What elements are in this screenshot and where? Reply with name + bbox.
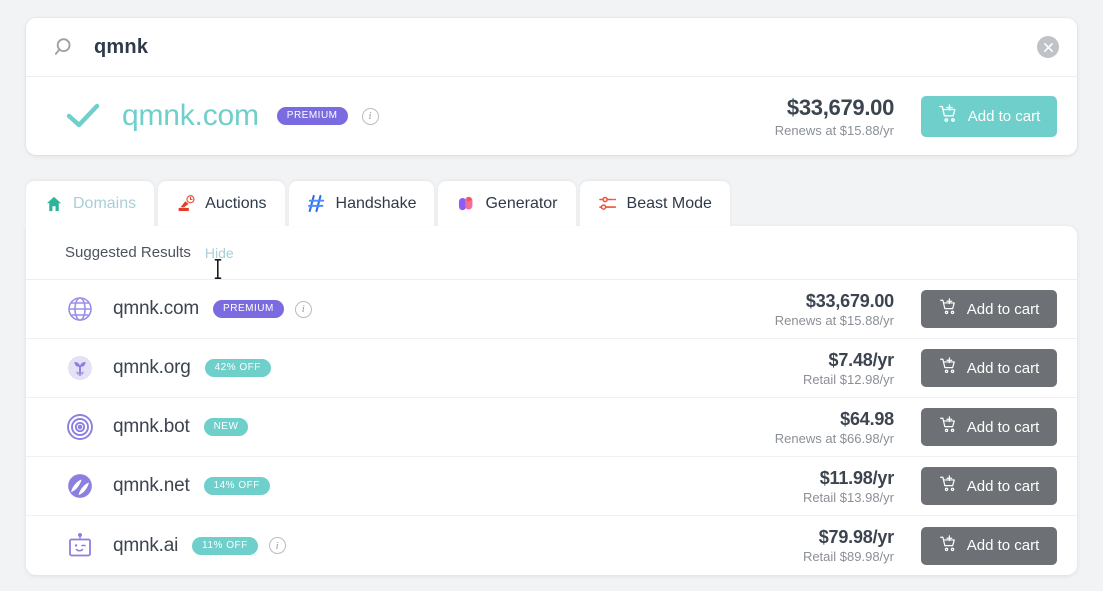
exact-match-price-block: $33,679.00 Renews at $15.88/yr <box>775 95 894 138</box>
table-row[interactable]: qmnk.com PREMIUM i $33,679.00 Renews at … <box>26 280 1077 339</box>
generator-icon <box>456 194 476 214</box>
result-badges: 42% OFF <box>205 359 271 377</box>
result-price-note: Retail $13.98/yr <box>803 490 894 505</box>
result-badges: 14% OFF <box>204 477 270 495</box>
exact-match-price: $33,679.00 <box>775 95 894 121</box>
tab-beast-mode[interactable]: Beast Mode <box>580 181 730 226</box>
result-price: $7.48/yr <box>803 350 894 371</box>
result-price: $33,679.00 <box>775 291 894 312</box>
search-bar[interactable]: qmnk <box>26 18 1077 77</box>
auction-icon <box>176 194 196 214</box>
result-domain: qmnk.bot <box>113 416 190 438</box>
add-to-cart-button-exact[interactable]: Add to cart <box>921 96 1057 137</box>
tab-generator-label: Generator <box>485 195 557 213</box>
suggested-results-header: Suggested Results Hide <box>26 226 1077 280</box>
table-row[interactable]: qmnk.net 14% OFF $11.98/yr Retail $13.98… <box>26 457 1077 516</box>
cart-plus-icon <box>939 357 958 379</box>
discount-badge: 42% OFF <box>205 359 271 377</box>
result-badges: 11% OFF i <box>192 537 286 555</box>
result-domain: qmnk.ai <box>113 535 178 557</box>
table-row[interactable]: qmnk.bot NEW $64.98 Renews at $66.98/yr <box>26 398 1077 457</box>
search-input[interactable]: qmnk <box>94 36 1037 59</box>
add-to-cart-label: Add to cart <box>967 537 1040 554</box>
result-price-note: Retail $12.98/yr <box>803 372 894 387</box>
tab-generator[interactable]: Generator <box>438 181 575 226</box>
result-domain: qmnk.org <box>113 357 191 379</box>
search-card: qmnk qmnk.com PREMIUM i $33,679.00 Renew… <box>26 18 1077 155</box>
result-price-note: Renews at $15.88/yr <box>775 313 894 328</box>
add-to-cart-label-exact: Add to cart <box>968 108 1041 125</box>
result-domain: qmnk.net <box>113 475 190 497</box>
result-badges: PREMIUM i <box>213 300 312 318</box>
result-price-block: $11.98/yr Retail $13.98/yr <box>803 468 894 505</box>
result-price-block: $64.98 Renews at $66.98/yr <box>775 409 894 446</box>
cart-plus-icon <box>939 475 958 497</box>
result-price: $64.98 <box>775 409 894 430</box>
info-icon[interactable]: i <box>295 301 312 318</box>
cart-plus-icon <box>939 535 958 557</box>
table-row[interactable]: qmnk.org 42% OFF $7.48/yr Retail $12.98/… <box>26 339 1077 398</box>
home-icon <box>44 194 64 214</box>
cart-plus-icon <box>939 416 958 438</box>
clear-search-button[interactable] <box>1037 36 1059 58</box>
result-price-block: $79.98/yr Retail $89.98/yr <box>803 527 894 564</box>
result-price-note: Renews at $66.98/yr <box>775 431 894 446</box>
add-to-cart-button[interactable]: Add to cart <box>921 408 1057 446</box>
premium-badge: PREMIUM <box>277 107 348 125</box>
add-to-cart-button[interactable]: Add to cart <box>921 290 1057 328</box>
sprout-icon <box>65 353 95 383</box>
result-price: $11.98/yr <box>803 468 894 489</box>
add-to-cart-label: Add to cart <box>967 301 1040 318</box>
result-price: $79.98/yr <box>803 527 894 548</box>
discount-badge: 11% OFF <box>192 537 258 555</box>
exact-match-domain: qmnk.com <box>122 99 259 133</box>
discount-badge: 14% OFF <box>204 477 270 495</box>
tab-auctions-label: Auctions <box>205 195 266 213</box>
result-price-block: $7.48/yr Retail $12.98/yr <box>803 350 894 387</box>
cart-plus-icon <box>938 104 959 128</box>
add-to-cart-button[interactable]: Add to cart <box>921 349 1057 387</box>
suggested-results-title: Suggested Results <box>65 244 191 261</box>
tab-beast-mode-label: Beast Mode <box>627 195 712 213</box>
globe-icon <box>65 294 95 324</box>
info-icon[interactable]: i <box>269 537 286 554</box>
search-icon <box>52 34 78 60</box>
sphere-icon <box>65 471 95 501</box>
target-icon <box>65 412 95 442</box>
sliders-icon <box>598 194 618 214</box>
tab-handshake[interactable]: Handshake <box>289 181 435 226</box>
result-domain: qmnk.com <box>113 298 199 320</box>
add-to-cart-button[interactable]: Add to cart <box>921 527 1057 565</box>
result-price-note: Retail $89.98/yr <box>803 549 894 564</box>
result-price-block: $33,679.00 Renews at $15.88/yr <box>775 291 894 328</box>
new-badge: NEW <box>204 418 249 436</box>
add-to-cart-label: Add to cart <box>967 360 1040 377</box>
add-to-cart-button[interactable]: Add to cart <box>921 467 1057 505</box>
checkmark-icon <box>66 103 100 129</box>
robot-icon <box>65 531 95 561</box>
info-icon[interactable]: i <box>362 108 379 125</box>
exact-match-price-note: Renews at $15.88/yr <box>775 123 894 138</box>
handshake-icon <box>307 194 327 214</box>
hide-suggested-link[interactable]: Hide <box>205 245 234 261</box>
tab-bar: Domains Auctions <box>26 181 730 226</box>
tab-auctions[interactable]: Auctions <box>158 181 284 226</box>
results-card: Suggested Results Hide qmnk.com PREMIUM … <box>26 226 1077 575</box>
add-to-cart-label: Add to cart <box>967 478 1040 495</box>
table-row[interactable]: qmnk.ai 11% OFF i $79.98/yr Retail $89.9… <box>26 516 1077 575</box>
premium-badge: PREMIUM <box>213 300 284 318</box>
page-root: qmnk qmnk.com PREMIUM i $33,679.00 Renew… <box>0 0 1103 591</box>
tab-handshake-label: Handshake <box>336 195 417 213</box>
add-to-cart-label: Add to cart <box>967 419 1040 436</box>
cart-plus-icon <box>939 298 958 320</box>
result-badges: NEW <box>204 418 249 436</box>
tab-domains[interactable]: Domains <box>26 181 154 226</box>
exact-match-result[interactable]: qmnk.com PREMIUM i $33,679.00 Renews at … <box>26 77 1077 155</box>
tab-domains-label: Domains <box>73 195 136 213</box>
